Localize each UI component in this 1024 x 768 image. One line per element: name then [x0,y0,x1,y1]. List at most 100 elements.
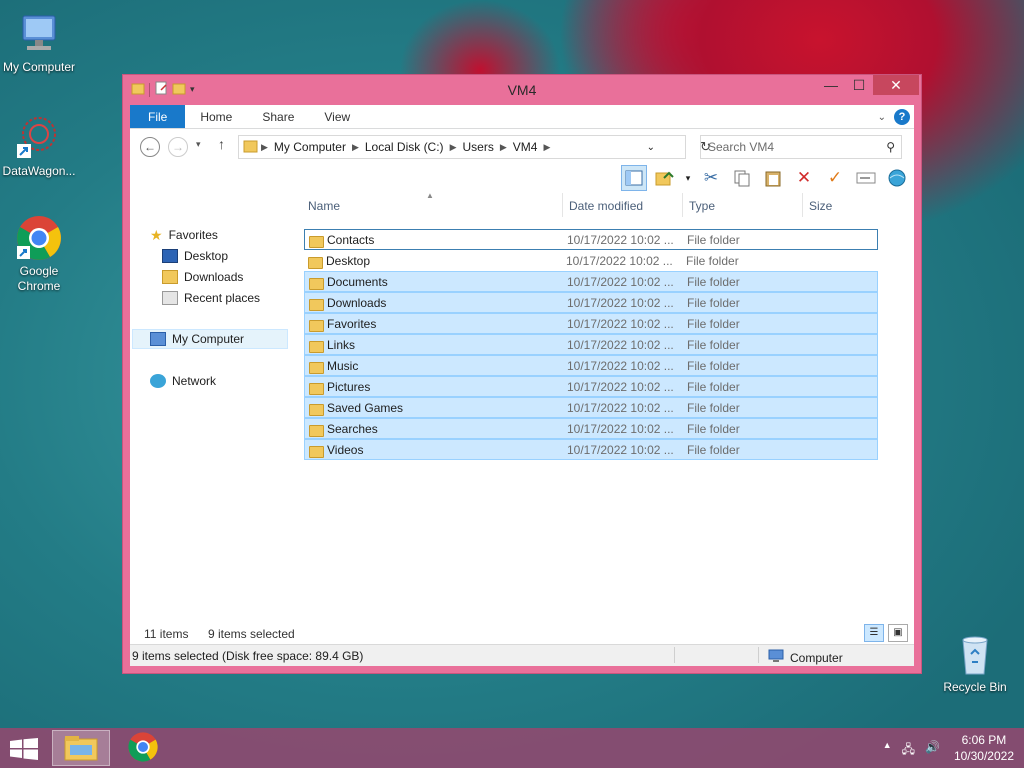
file-type: File folder [687,337,740,352]
column-date-modified[interactable]: Date modified [569,199,643,213]
large-icons-view-button[interactable]: ▣ [888,624,908,642]
file-row[interactable]: Music 10/17/2022 10:02 ... File folder [304,355,878,376]
move-to-button[interactable] [652,165,678,191]
tab-file[interactable]: File [130,105,186,128]
tab-view[interactable]: View [309,105,365,128]
title-bar[interactable]: ▾ VM4 — ☐ ✕ [123,75,921,105]
file-row[interactable]: Documents 10/17/2022 10:02 ... File folder [304,271,878,292]
up-button[interactable]: ↑ [218,136,225,152]
column-headers: ▲ Name Date modified Type Size [302,191,914,219]
nav-label: Network [172,374,217,388]
downloads-icon [162,270,178,284]
nav-my-computer[interactable]: My Computer [132,329,288,349]
move-to-dropdown-icon[interactable]: ▾ [683,165,693,191]
file-row[interactable]: Downloads 10/17/2022 10:02 ... File folder [304,292,878,313]
file-date: 10/17/2022 10:02 ... [567,295,674,310]
clock-date: 10/30/2022 [953,749,1014,763]
file-name: Favorites [327,316,377,331]
status-line: 11 items 9 items selected ☰ ▣ [130,622,914,644]
chrome-icon [15,214,63,262]
internet-options-button[interactable] [884,165,910,191]
file-row[interactable]: Searches 10/17/2022 10:02 ... File folder [304,418,878,439]
nav-label: Desktop [184,249,229,263]
copy-button[interactable] [729,165,755,191]
column-size[interactable]: Size [809,199,832,213]
breadcrumb-local-disk[interactable]: Local Disk (C:) [365,140,444,154]
nav-desktop[interactable]: Desktop [162,246,228,266]
minimize-button[interactable]: — [817,75,845,95]
file-row[interactable]: Links 10/17/2022 10:02 ... File folder [304,334,878,355]
tab-home[interactable]: Home [185,105,247,128]
desktop-icon [162,249,178,263]
network-icon[interactable]: 🖧 [902,740,915,761]
column-type[interactable]: Type [689,199,715,213]
help-icon[interactable]: ? [894,109,910,125]
column-name[interactable]: Name [308,199,340,213]
file-name: Searches [327,421,378,436]
folder-icon [309,382,324,395]
breadcrumb-separator[interactable]: ▶ [450,142,457,153]
preview-pane-button[interactable] [621,165,647,191]
navigation-pane: ★ Favorites Desktop Downloads Recent pla… [130,223,292,622]
start-button[interactable] [10,738,38,760]
item-count: 11 items [144,627,189,641]
search-input[interactable]: Search VM4 ⚲ [700,135,902,159]
breadcrumb-separator[interactable]: ▶ [261,142,268,153]
file-type: File folder [687,316,740,331]
nav-favorites[interactable]: ★ Favorites [150,225,218,245]
breadcrumb-separator[interactable]: ▶ [543,142,550,153]
desktop-icon-my-computer[interactable]: My Computer [0,10,81,75]
file-row[interactable]: Contacts 10/17/2022 10:02 ... File folder [304,229,878,250]
forward-button[interactable]: → [168,137,188,157]
search-placeholder: Search VM4 [708,140,775,154]
nav-label: Downloads [184,270,244,284]
breadcrumb-separator[interactable]: ▶ [352,142,359,153]
file-row[interactable]: Desktop 10/17/2022 10:02 ... File folder [304,250,878,271]
file-date: 10/17/2022 10:02 ... [567,274,674,289]
folder-icon [309,403,324,416]
taskbar-chrome-button[interactable] [114,730,172,766]
show-hidden-icons-icon[interactable]: ▲ [883,740,892,761]
breadcrumb-vm4[interactable]: VM4 [513,140,538,154]
back-button[interactable]: ← [140,137,160,157]
breadcrumb-separator[interactable]: ▶ [500,142,507,153]
nav-network[interactable]: Network [150,371,216,391]
desktop-icon-datawagon[interactable]: DataWagon... [0,114,81,179]
properties-button[interactable] [853,165,879,191]
maximize-button[interactable]: ☐ [845,75,873,95]
sort-indicator-icon: ▲ [426,191,434,200]
clock[interactable]: 6:06 PM 10/30/2022 [954,732,1014,764]
details-view-button[interactable]: ☰ [864,624,884,642]
rename-button[interactable]: ✓ [822,165,848,191]
file-row[interactable]: Favorites 10/17/2022 10:02 ... File folder [304,313,878,334]
close-button[interactable]: ✕ [873,75,919,95]
address-row: ← → ▾ ↑ ▶ My Computer ▶ Local Disk (C:) … [130,129,914,163]
address-bar[interactable]: ▶ My Computer ▶ Local Disk (C:) ▶ Users … [238,135,711,159]
nav-recent-places[interactable]: Recent places [162,288,260,308]
file-date: 10/17/2022 10:02 ... [567,337,674,352]
taskbar: ▲ 🖧 🔊 6:06 PM 10/30/2022 [0,728,1024,768]
tab-share[interactable]: Share [247,105,309,128]
breadcrumb-users[interactable]: Users [462,140,493,154]
breadcrumb-my-computer[interactable]: My Computer [274,140,346,154]
file-type: File folder [687,379,740,394]
desktop-icon-recycle-bin[interactable]: Recycle Bin [933,630,1017,695]
datawagon-icon [15,114,63,162]
file-row[interactable]: Videos 10/17/2022 10:02 ... File folder [304,439,878,460]
delete-button[interactable]: ✕ [791,165,817,191]
nav-downloads[interactable]: Downloads [162,267,243,287]
expand-ribbon-icon[interactable]: ⌄ [878,112,886,123]
recent-locations-icon[interactable]: ▾ [196,139,201,150]
paste-button[interactable] [760,165,786,191]
cut-button[interactable]: ✂ [698,165,724,191]
folder-icon [309,235,324,248]
volume-icon[interactable]: 🔊 [925,740,940,761]
file-row[interactable]: Saved Games 10/17/2022 10:02 ... File fold… [304,397,878,418]
nav-label: Recent places [184,291,261,305]
address-dropdown-icon[interactable]: ⌄ [647,142,655,153]
taskbar-explorer-button[interactable] [52,730,110,766]
file-name: Pictures [327,379,371,394]
file-row[interactable]: Pictures 10/17/2022 10:02 ... File folder [304,376,878,397]
desktop-icon-chrome[interactable]: Google Chrome [0,214,81,294]
search-icon[interactable]: ⚲ [886,136,895,158]
